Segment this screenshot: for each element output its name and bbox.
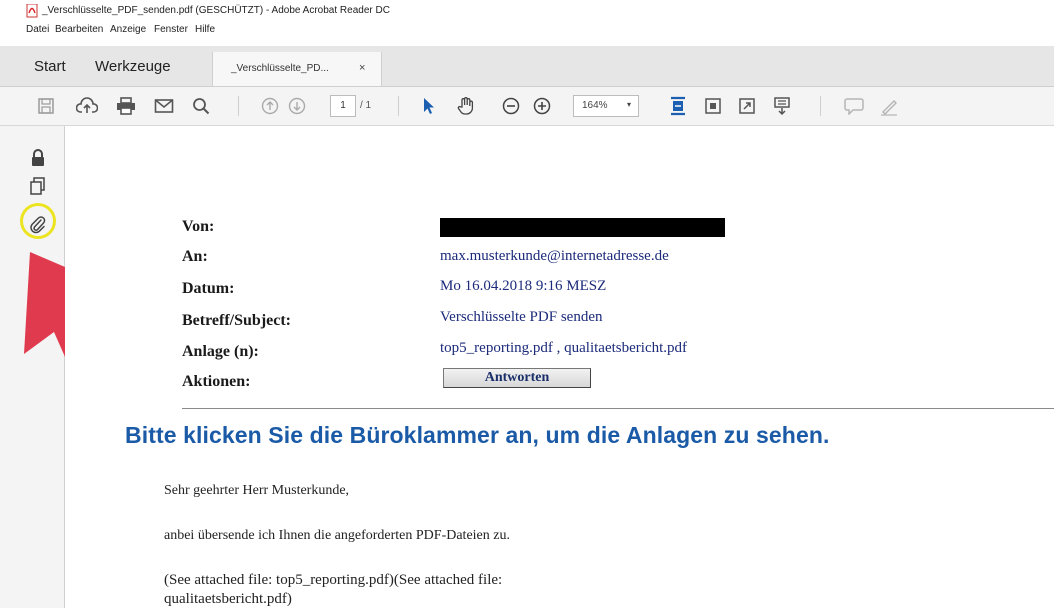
zoom-value: 164% [582, 100, 608, 111]
attachment-hint-text: Bitte klicken Sie die Büroklammer an, um… [125, 422, 830, 448]
tab-tools[interactable]: Werkzeuge [95, 58, 171, 75]
from-label: Von: [182, 218, 215, 235]
body-attached-files: (See attached file: top5_reporting.pdf)(… [164, 572, 503, 588]
subject-value: Verschlüsselte PDF senden [440, 309, 603, 325]
attachments-value: top5_reporting.pdf , qualitaetsbericht.p… [440, 340, 688, 356]
toolbar-separator [398, 96, 399, 116]
date-value: Mo 16.04.2018 9:16 MESZ [440, 278, 607, 294]
menu-bearbeiten[interactable]: Bearbeiten [55, 24, 103, 35]
tab-bar: Start Werkzeuge _Verschlüsselte_PD... × [0, 46, 1054, 87]
actions-label: Aktionen: [182, 373, 251, 390]
scroll-mode-icon[interactable] [768, 92, 796, 120]
zoom-out-icon[interactable] [497, 92, 525, 120]
attachments-label: Anlage (n): [182, 343, 259, 360]
toolbar-separator [820, 96, 821, 116]
menu-datei[interactable]: Datei [26, 24, 49, 35]
select-pointer-icon[interactable] [414, 92, 442, 120]
menu-hilfe[interactable]: Hilfe [195, 24, 215, 35]
reply-button[interactable]: Antworten [443, 368, 591, 388]
zoom-select[interactable]: 164% ▾ [573, 95, 639, 117]
tab-document[interactable]: _Verschlüsselte_PD... × [212, 52, 382, 86]
page-thumbnails-icon[interactable] [28, 176, 48, 196]
page-total: / 1 [360, 100, 372, 111]
search-icon[interactable] [187, 92, 215, 120]
fullscreen-icon[interactable] [733, 92, 761, 120]
print-icon[interactable] [112, 92, 140, 120]
fit-page-icon[interactable] [699, 92, 727, 120]
save-icon[interactable] [32, 92, 60, 120]
tab-start[interactable]: Start [34, 58, 66, 75]
acrobat-pdf-icon [26, 4, 38, 18]
page-up-icon[interactable] [256, 92, 284, 120]
tab-close-icon[interactable]: × [359, 62, 365, 74]
body-greeting: Sehr geehrter Herr Musterkunde, [164, 483, 350, 498]
comment-icon[interactable] [840, 92, 868, 120]
page-down-icon[interactable] [283, 92, 311, 120]
to-label: An: [182, 248, 208, 265]
document-page: Von: An: max.musterkunde@internetadresse… [65, 126, 1054, 608]
menu-bar: Datei Bearbeiten Anzeige Fenster Hilfe [0, 22, 1054, 40]
to-value: max.musterkunde@internetadresse.de [440, 248, 669, 264]
tab-document-label: _Verschlüsselte_PD... [231, 63, 329, 74]
sign-icon[interactable] [875, 92, 903, 120]
window-title-bar: _Verschlüsselte_PDF_senden.pdf (GESCHÜTZ… [0, 0, 1054, 22]
body-attached-files-cont: qualitaetsbericht.pdf) [164, 591, 292, 607]
window-title: _Verschlüsselte_PDF_senden.pdf (GESCHÜTZ… [42, 5, 390, 16]
paperclip-highlight-circle [20, 203, 56, 239]
email-icon[interactable] [150, 92, 178, 120]
body-line: anbei übersende ich Ihnen die angeforder… [164, 528, 510, 543]
upload-cloud-icon[interactable] [73, 92, 101, 120]
header-divider [182, 408, 1054, 409]
toolbar: 1 / 1 164% ▾ [0, 87, 1054, 126]
redacted-sender [440, 218, 725, 237]
toolbar-separator [238, 96, 239, 116]
lock-icon[interactable] [28, 148, 48, 168]
fit-width-icon[interactable] [664, 92, 692, 120]
menu-fenster[interactable]: Fenster [154, 24, 188, 35]
date-label: Datum: [182, 280, 235, 297]
zoom-in-icon[interactable] [528, 92, 556, 120]
menu-anzeige[interactable]: Anzeige [110, 24, 146, 35]
hand-tool-icon[interactable] [452, 92, 480, 120]
subject-label: Betreff/Subject: [182, 312, 291, 329]
page-number-input[interactable]: 1 [330, 95, 356, 117]
chevron-down-icon: ▾ [626, 100, 631, 109]
